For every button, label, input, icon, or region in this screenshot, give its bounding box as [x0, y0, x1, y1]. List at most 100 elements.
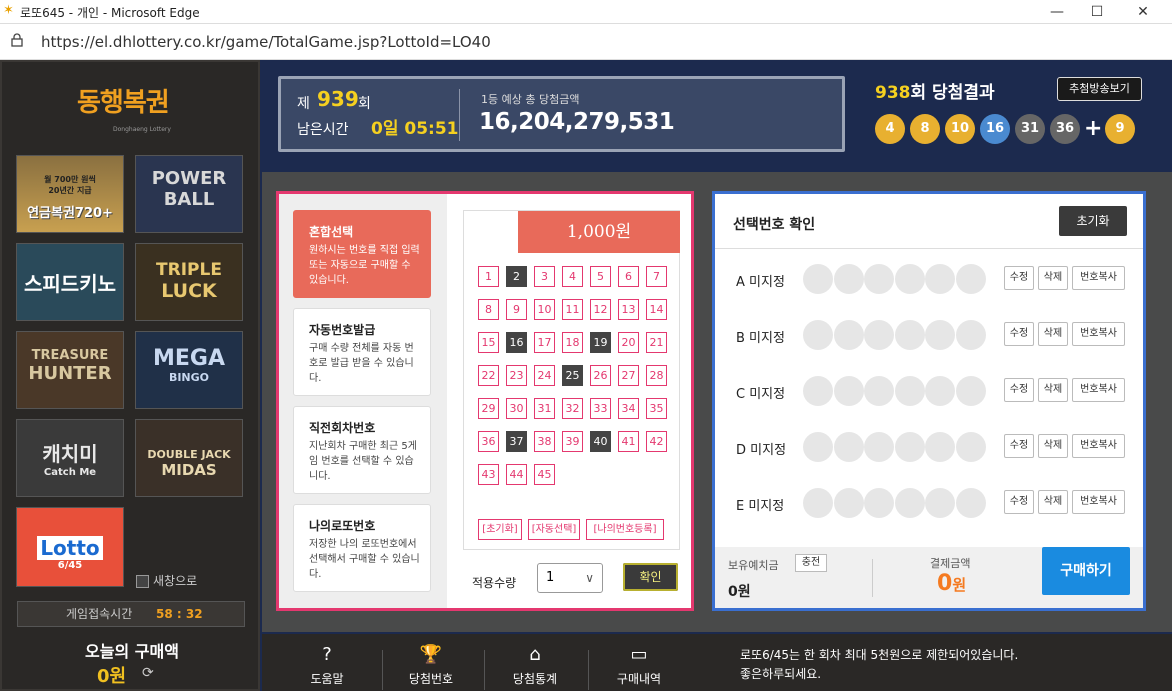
nav-winning-numbers[interactable]: 🏆 당첨번호	[386, 644, 476, 687]
game-powerball[interactable]: POWER BALL	[135, 155, 243, 233]
number-9[interactable]: 9	[506, 299, 527, 320]
number-41[interactable]: 41	[618, 431, 639, 452]
nav-help[interactable]: ? 도움말	[282, 644, 372, 687]
number-40[interactable]: 40	[590, 431, 611, 452]
buy-button[interactable]: 구매하기	[1042, 547, 1130, 595]
edit-button[interactable]: 수정	[1004, 266, 1034, 290]
game-mega-bingo[interactable]: MEGA BINGO	[135, 331, 243, 409]
game-triple-luck[interactable]: TRIPLE LUCK	[135, 243, 243, 321]
game-catch-me[interactable]: 캐치미 Catch Me	[16, 419, 124, 497]
number-17[interactable]: 17	[534, 332, 555, 353]
edit-button[interactable]: 수정	[1004, 378, 1034, 402]
payment-amount: 0	[937, 571, 953, 596]
number-21[interactable]: 21	[646, 332, 667, 353]
url-field[interactable]: https://el.dhlottery.co.kr/game/TotalGam…	[41, 33, 491, 51]
edit-button[interactable]: 수정	[1004, 322, 1034, 346]
maximize-button[interactable]: ☐	[1074, 0, 1120, 24]
auto-select-button[interactable]: [자동선택]	[528, 519, 580, 540]
number-19[interactable]: 19	[590, 332, 611, 353]
number-38[interactable]: 38	[534, 431, 555, 452]
winning-ball: 31	[1015, 114, 1045, 144]
confirm-button[interactable]: 확인	[623, 563, 678, 591]
number-14[interactable]: 14	[646, 299, 667, 320]
number-8[interactable]: 8	[478, 299, 499, 320]
number-11[interactable]: 11	[562, 299, 583, 320]
number-39[interactable]: 39	[562, 431, 583, 452]
copy-numbers-button[interactable]: 번호복사	[1072, 378, 1125, 402]
number-15[interactable]: 15	[478, 332, 499, 353]
number-28[interactable]: 28	[646, 365, 667, 386]
game-lotto645[interactable]: Lotto 6/45	[16, 507, 124, 587]
number-37[interactable]: 37	[506, 431, 527, 452]
brand-logo[interactable]: 동행복권 Donghaeng Lottery	[77, 82, 197, 142]
edit-button[interactable]: 수정	[1004, 434, 1034, 458]
number-18[interactable]: 18	[562, 332, 583, 353]
number-20[interactable]: 20	[618, 332, 639, 353]
option-my-numbers[interactable]: 나의로또번호 저장한 나의 로또번호에서 선택해서 구매할 수 있습니다.	[293, 504, 431, 592]
copy-numbers-button[interactable]: 번호복사	[1072, 490, 1125, 514]
number-23[interactable]: 23	[506, 365, 527, 386]
draw-broadcast-button[interactable]: 추첨방송보기	[1057, 77, 1142, 101]
number-26[interactable]: 26	[590, 365, 611, 386]
board-icon: ⌂	[529, 644, 541, 665]
number-44[interactable]: 44	[506, 464, 527, 485]
number-12[interactable]: 12	[590, 299, 611, 320]
game-speedkeno[interactable]: 스피드키노	[16, 243, 124, 321]
number-1[interactable]: 1	[478, 266, 499, 287]
new-window-toggle[interactable]: 새창으로	[136, 572, 197, 589]
register-my-numbers-button[interactable]: [나의번호등록]	[586, 519, 664, 540]
game-pension-720[interactable]: 월 700만 원씩 20년간 지급 연금복권720+	[16, 155, 124, 233]
copy-numbers-button[interactable]: 번호복사	[1072, 266, 1125, 290]
number-45[interactable]: 45	[534, 464, 555, 485]
number-2[interactable]: 2	[506, 266, 527, 287]
empty-ball-slot	[803, 376, 833, 406]
delete-button[interactable]: 삭제	[1038, 434, 1068, 458]
number-35[interactable]: 35	[646, 398, 667, 419]
number-25[interactable]: 25	[562, 365, 583, 386]
nav-purchase-history[interactable]: ▭ 구매내역	[594, 644, 684, 687]
number-13[interactable]: 13	[618, 299, 639, 320]
edit-button[interactable]: 수정	[1004, 490, 1034, 514]
reset-all-button[interactable]: 초기화	[1059, 206, 1127, 236]
number-22[interactable]: 22	[478, 365, 499, 386]
delete-button[interactable]: 삭제	[1038, 378, 1068, 402]
option-previous[interactable]: 직전회차번호 지난회차 구매한 최근 5게임 번호를 선택할 수 있습니다.	[293, 406, 431, 494]
close-button[interactable]: ✕	[1120, 0, 1166, 24]
game-double-jack-midas[interactable]: DOUBLE JACK MIDAS	[135, 419, 243, 497]
copy-numbers-button[interactable]: 번호복사	[1072, 322, 1125, 346]
number-5[interactable]: 5	[590, 266, 611, 287]
number-4[interactable]: 4	[562, 266, 583, 287]
refresh-icon[interactable]: ⟳	[142, 665, 154, 681]
game-text: 월 700만 원씩	[44, 175, 96, 184]
nav-statistics[interactable]: ⌂ 당첨통계	[490, 644, 580, 687]
quantity-select[interactable]: 1 ∨	[537, 563, 603, 593]
number-6[interactable]: 6	[618, 266, 639, 287]
charge-button[interactable]: 충전	[795, 554, 827, 572]
number-32[interactable]: 32	[562, 398, 583, 419]
number-31[interactable]: 31	[534, 398, 555, 419]
game-text: Catch Me	[43, 467, 97, 478]
option-auto[interactable]: 자동번호발급 구매 수량 전체를 자동 번호로 발급 받을 수 있습니다.	[293, 308, 431, 396]
number-34[interactable]: 34	[618, 398, 639, 419]
option-mixed[interactable]: 혼합선택 원하시는 번호를 직접 입력 또는 자동으로 구매할 수 있습니다.	[293, 210, 431, 298]
game-treasure-hunter[interactable]: TREASURE HUNTER	[16, 331, 124, 409]
number-27[interactable]: 27	[618, 365, 639, 386]
delete-button[interactable]: 삭제	[1038, 490, 1068, 514]
number-10[interactable]: 10	[534, 299, 555, 320]
number-36[interactable]: 36	[478, 431, 499, 452]
number-3[interactable]: 3	[534, 266, 555, 287]
number-30[interactable]: 30	[506, 398, 527, 419]
copy-numbers-button[interactable]: 번호복사	[1072, 434, 1125, 458]
number-29[interactable]: 29	[478, 398, 499, 419]
grid-reset-button[interactable]: [초기화]	[478, 519, 522, 540]
number-16[interactable]: 16	[506, 332, 527, 353]
new-window-checkbox[interactable]	[136, 575, 149, 588]
number-33[interactable]: 33	[590, 398, 611, 419]
confirm-row: D 미지정 수정 삭제 번호복사	[715, 420, 1143, 476]
number-24[interactable]: 24	[534, 365, 555, 386]
delete-button[interactable]: 삭제	[1038, 266, 1068, 290]
number-7[interactable]: 7	[646, 266, 667, 287]
delete-button[interactable]: 삭제	[1038, 322, 1068, 346]
number-43[interactable]: 43	[478, 464, 499, 485]
number-42[interactable]: 42	[646, 431, 667, 452]
